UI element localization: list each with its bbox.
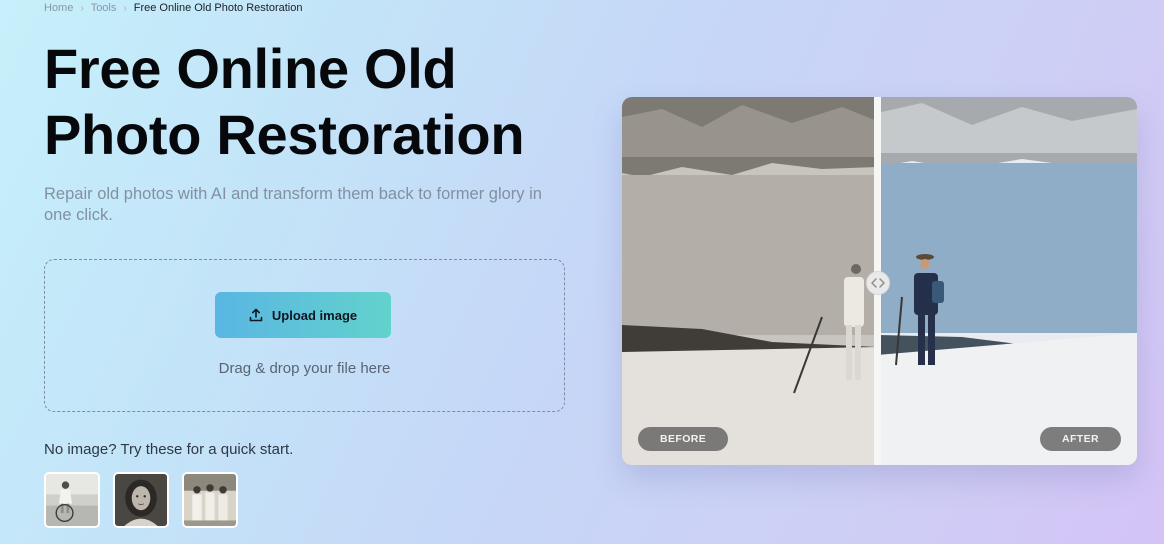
chevron-right-icon: › [80,2,84,14]
upload-icon [249,308,263,322]
sample-photo-group-women[interactable] [182,472,238,528]
upload-dropzone[interactable]: Upload image Drag & drop your file here [44,259,565,412]
breadcrumb-home[interactable]: Home [44,2,73,14]
compare-handle-icon[interactable] [866,271,890,295]
sample-images [44,472,238,528]
upload-image-button[interactable]: Upload image [215,292,391,338]
page-subtitle: Repair old photos with AI and transform … [44,185,542,224]
page-title: Free Online Old Photo Restoration [44,37,525,166]
breadcrumb-tools[interactable]: Tools [91,2,117,14]
before-after-comparison[interactable]: BEFORE AFTER [622,97,1137,465]
after-label: AFTER [1040,427,1121,451]
breadcrumb: Home › Tools › Free Online Old Photo Res… [44,2,302,14]
sample-photo-girl-portrait[interactable] [113,472,169,528]
upload-button-label: Upload image [271,307,358,323]
breadcrumb-current: Free Online Old Photo Restoration [133,2,303,14]
before-label: BEFORE [638,427,729,451]
chevron-right-icon: › [123,2,127,14]
sample-images-label: No image? Try these for a quick start. [44,441,294,458]
sample-photo-child-with-hoop[interactable] [44,472,100,528]
drop-hint: Drag & drop your file here [218,360,391,377]
